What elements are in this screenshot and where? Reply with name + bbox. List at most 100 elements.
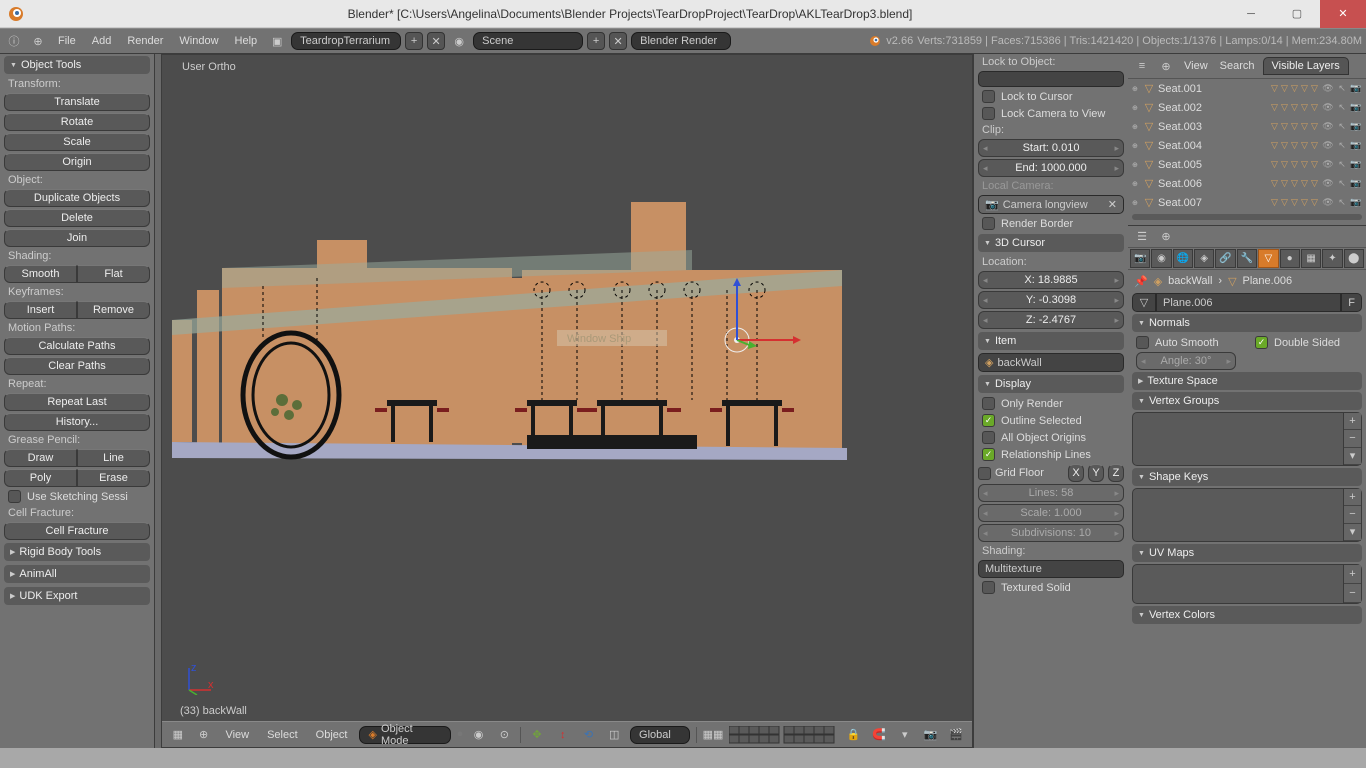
manipulator-scale-icon[interactable]: ◫	[604, 726, 624, 744]
screen-delete-button[interactable]: ✕	[427, 32, 445, 50]
world-tab[interactable]: 🌐	[1173, 249, 1193, 268]
editor-type-3dview-icon[interactable]: ▦	[168, 726, 188, 744]
rotate-button[interactable]: Rotate	[4, 113, 150, 131]
render-animation-icon[interactable]: 🎬	[946, 726, 966, 744]
render-tab[interactable]: 📷	[1130, 249, 1150, 268]
outliner-view-menu[interactable]: View	[1180, 60, 1212, 72]
cursor-icon[interactable]: ↖	[1336, 83, 1348, 95]
3d-cursor-header[interactable]: 3D Cursor	[978, 234, 1124, 252]
uv-remove-button[interactable]: −	[1344, 584, 1361, 603]
camera-vis-icon[interactable]: 📷	[1350, 178, 1362, 190]
relationship-lines-checkbox[interactable]: Relationship Lines	[974, 446, 1128, 463]
eye-icon[interactable]: 👁	[1322, 140, 1334, 152]
poly-button[interactable]: Poly	[4, 469, 77, 487]
props-editor-icon[interactable]: ☰	[1132, 228, 1152, 246]
scene-add-button[interactable]: +	[587, 32, 605, 50]
modifiers-tab[interactable]: 🔧	[1237, 249, 1257, 268]
cell-fracture-button[interactable]: Cell Fracture	[4, 522, 150, 540]
mode-dropdown[interactable]: ◈Object Mode	[359, 726, 451, 744]
item-name-field[interactable]: ◈backWall	[978, 353, 1124, 372]
delete-button[interactable]: Delete	[4, 209, 150, 227]
particles-tab[interactable]: ✦	[1322, 249, 1342, 268]
camera-vis-icon[interactable]: 📷	[1350, 121, 1362, 133]
draw-button[interactable]: Draw	[4, 449, 77, 467]
vg-menu-button[interactable]: ▾	[1344, 448, 1361, 465]
camera-vis-icon[interactable]: 📷	[1350, 197, 1362, 209]
constraints-tab[interactable]: 🔗	[1215, 249, 1235, 268]
shading-solid-icon[interactable]: ◉	[469, 726, 489, 744]
grid-subdivisions-field[interactable]: Subdivisions: 10	[978, 524, 1124, 542]
manipulator-toggle-icon[interactable]: ✥	[527, 726, 547, 744]
erase-button[interactable]: Erase	[77, 469, 150, 487]
menu-window[interactable]: Window	[173, 33, 224, 49]
grid-x-button[interactable]: X	[1068, 464, 1084, 482]
grid-y-button[interactable]: Y	[1088, 464, 1104, 482]
all-origins-checkbox[interactable]: All Object Origins	[974, 429, 1128, 446]
animall-header[interactable]: AnimAll	[4, 565, 150, 583]
grid-z-button[interactable]: Z	[1108, 464, 1124, 482]
outliner-row[interactable]: ⊕▽Seat.007▽▽▽▽▽👁↖📷	[1128, 193, 1366, 212]
cursor-icon[interactable]: ↖	[1336, 159, 1348, 171]
manipulator-translate-icon[interactable]: ↕	[553, 726, 573, 744]
translate-button[interactable]: Translate	[4, 93, 150, 111]
viewport-menu-select[interactable]: Select	[261, 727, 304, 743]
outliner-expand-icon[interactable]: ⊕	[1156, 57, 1176, 75]
eye-icon[interactable]: 👁	[1322, 178, 1334, 190]
scene-icon[interactable]: ◉	[449, 32, 469, 50]
double-sided-checkbox[interactable]: Double Sided	[1247, 334, 1366, 351]
join-button[interactable]: Join	[4, 229, 150, 247]
menu-help[interactable]: Help	[229, 33, 264, 49]
eye-icon[interactable]: 👁	[1322, 121, 1334, 133]
outliner-row[interactable]: ⊕▽Seat.005▽▽▽▽▽👁↖📷	[1128, 155, 1366, 174]
auto-smooth-checkbox[interactable]: Auto Smooth	[1128, 334, 1247, 351]
grid-scale-field[interactable]: Scale: 1.000	[978, 504, 1124, 522]
sk-add-button[interactable]: +	[1344, 489, 1361, 506]
eye-icon[interactable]: 👁	[1322, 102, 1334, 114]
cursor-icon[interactable]: ↖	[1336, 178, 1348, 190]
scene-tab[interactable]: ◉	[1151, 249, 1171, 268]
data-name-field[interactable]: Plane.006	[1156, 293, 1341, 312]
camera-vis-icon[interactable]: 📷	[1350, 102, 1362, 114]
cursor-x-field[interactable]: X: 18.9885	[978, 271, 1124, 289]
object-tab[interactable]: ◈	[1194, 249, 1214, 268]
insert-keyframe-button[interactable]: Insert	[4, 301, 77, 319]
props-expand-icon[interactable]: ⊕	[1156, 228, 1176, 246]
snap-type-icon[interactable]: ▾	[895, 726, 915, 744]
object-tools-header[interactable]: Object Tools	[4, 56, 150, 74]
shape-keys-list[interactable]: +−▾	[1132, 488, 1362, 542]
close-button[interactable]: ✕	[1320, 0, 1366, 28]
viewport-menu-object[interactable]: Object	[310, 727, 354, 743]
3d-viewport[interactable]: User Ortho	[161, 54, 973, 748]
eye-icon[interactable]: 👁	[1322, 83, 1334, 95]
clip-start-field[interactable]: Start: 0.010	[978, 139, 1124, 157]
pivot-icon[interactable]: ⊙	[494, 726, 514, 744]
physics-tab[interactable]: ⬤	[1344, 249, 1364, 268]
texture-space-header[interactable]: Texture Space	[1132, 372, 1362, 390]
sk-menu-button[interactable]: ▾	[1344, 524, 1361, 541]
viewport-menu-view[interactable]: View	[219, 727, 255, 743]
eye-icon[interactable]: 👁	[1322, 159, 1334, 171]
camera-vis-icon[interactable]: 📷	[1350, 83, 1362, 95]
scale-button[interactable]: Scale	[4, 133, 150, 151]
repeat-last-button[interactable]: Repeat Last	[4, 393, 150, 411]
eye-icon[interactable]: 👁	[1322, 197, 1334, 209]
render-engine-dropdown[interactable]: Blender Render	[631, 32, 731, 50]
manipulator-rotate-icon[interactable]: ⟲	[579, 726, 599, 744]
textured-solid-checkbox[interactable]: Textured Solid	[974, 579, 1128, 596]
editor-type-icon[interactable]: ⓘ	[4, 32, 24, 50]
uv-add-button[interactable]: +	[1344, 565, 1361, 584]
uv-maps-header[interactable]: UV Maps	[1132, 544, 1362, 562]
outliner-filter-dropdown[interactable]: Visible Layers	[1263, 57, 1349, 75]
view-expand-icon[interactable]: ⊕	[194, 726, 214, 744]
outliner-row[interactable]: ⊕▽Seat.004▽▽▽▽▽👁↖📷	[1128, 136, 1366, 155]
layer-buttons[interactable]	[729, 726, 837, 744]
outliner-scrollbar[interactable]	[1132, 214, 1362, 220]
orientation-dropdown[interactable]: Global	[630, 726, 690, 744]
local-camera-field[interactable]: 📷Camera longview✕	[978, 195, 1124, 214]
normals-header[interactable]: Normals	[1132, 314, 1362, 332]
menu-file[interactable]: File	[52, 33, 82, 49]
vertex-groups-header[interactable]: Vertex Groups	[1132, 392, 1362, 410]
outliner-row[interactable]: ⊕▽Seat.001▽▽▽▽▽👁↖📷	[1128, 79, 1366, 98]
pin-icon[interactable]: 📌	[1134, 275, 1148, 288]
outline-selected-checkbox[interactable]: Outline Selected	[974, 412, 1128, 429]
